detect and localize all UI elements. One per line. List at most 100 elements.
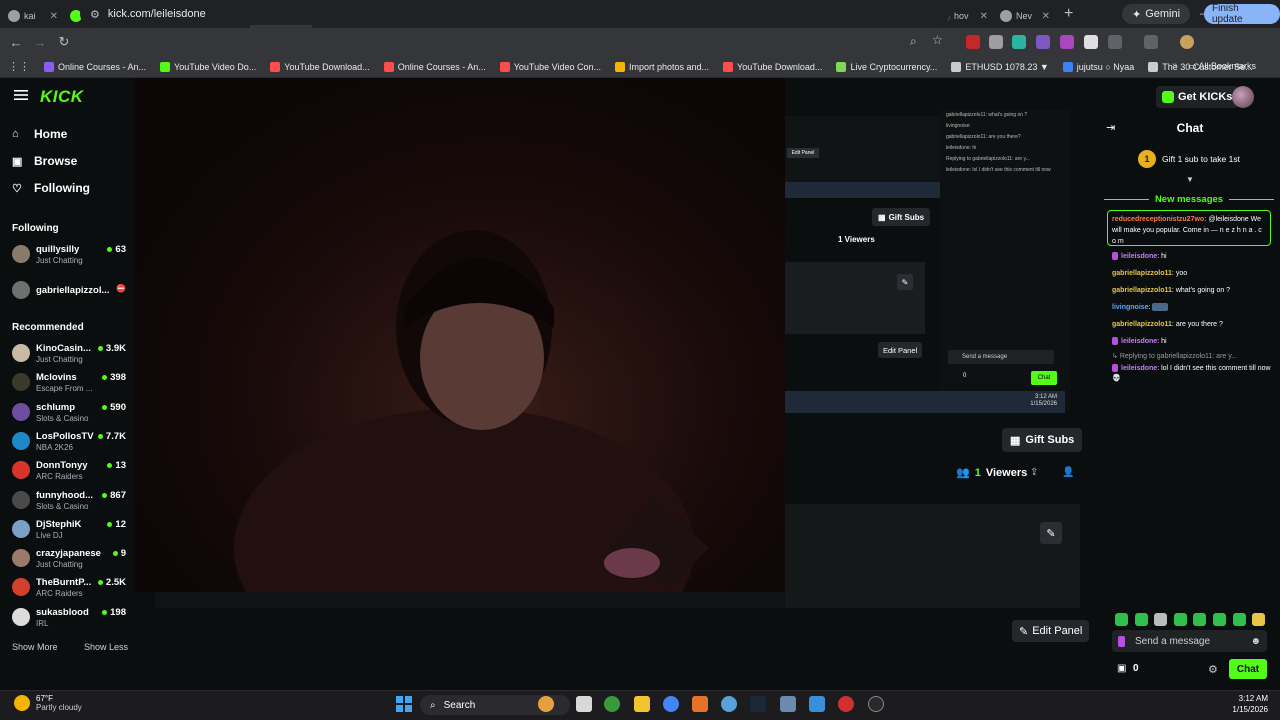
emote-icon[interactable] — [1173, 613, 1187, 626]
sidebar-channel[interactable]: quillysilly Just Chatting 63 — [12, 242, 128, 268]
extension-icon[interactable] — [966, 35, 980, 49]
sidepanel-icon[interactable] — [1144, 35, 1158, 49]
more-bookmarks-chevron-icon[interactable]: » — [1172, 60, 1178, 71]
bookmark-item[interactable]: Import photos and... — [614, 61, 709, 72]
emote-icon[interactable] — [1213, 613, 1226, 626]
hamburger-menu-icon[interactable] — [14, 88, 28, 102]
address-bar[interactable]: ⚙ kick.com/leileisdone — [80, 3, 950, 25]
bookmark-item[interactable]: YouTube Video Con... — [499, 61, 601, 72]
chat-send-button[interactable]: Chat — [1229, 659, 1267, 679]
bookmark-item[interactable]: YouTube Download... — [723, 61, 822, 72]
site-info-icon[interactable]: ⚙ — [90, 8, 100, 21]
sidebar-channel[interactable]: schlump Slots & Casino 590 — [12, 400, 128, 426]
extensions-puzzle-icon[interactable] — [1108, 35, 1122, 49]
bookmark-item[interactable]: YouTube Video Do... — [160, 61, 256, 72]
profile-icon[interactable] — [1180, 35, 1194, 49]
app-icon[interactable] — [809, 696, 825, 712]
gift-leaderboard-banner[interactable]: 1 Gift 1 sub to take 1st — [1138, 150, 1240, 168]
show-more-button[interactable]: Show More — [12, 642, 58, 652]
gemini-button[interactable]: ✦ Gemini — [1122, 4, 1191, 24]
browser-tab[interactable]: kai ✕ — [2, 4, 64, 28]
user-avatar[interactable] — [1232, 86, 1254, 108]
emote-icon[interactable] — [1134, 613, 1148, 626]
chat-username[interactable]: gabriellapizzolo11 — [1112, 270, 1172, 277]
bookmark-item[interactable]: YouTube Download... — [270, 61, 370, 72]
show-less-button[interactable]: Show Less — [84, 642, 128, 652]
app-icon[interactable] — [604, 696, 620, 712]
bookmark-item[interactable]: Online Courses - An... — [44, 61, 146, 72]
bookmark-item[interactable]: Live Cryptocurrency... — [836, 61, 937, 72]
emote-icon[interactable] — [1193, 613, 1207, 626]
kick-logo[interactable]: KICK — [40, 87, 84, 107]
sidebar-channel[interactable]: gabriellapizzol... ⛔ — [12, 278, 128, 304]
chat-username[interactable]: gabriellapizzolo11 — [1112, 287, 1172, 294]
close-tab-icon[interactable]: ✕ — [50, 11, 58, 22]
widget-icon[interactable] — [538, 696, 554, 712]
emote-icon[interactable] — [1115, 613, 1128, 626]
edit-panel-button[interactable]: ✎ Edit Panel — [1012, 620, 1090, 642]
chat-input[interactable]: Send a message ☻ — [1112, 630, 1267, 652]
bookmark-item[interactable]: Online Courses - An... — [383, 61, 486, 72]
sidebar-channel[interactable]: sukasblood IRL 198 — [12, 605, 128, 631]
chat-settings-icon[interactable]: ⚙ — [1208, 663, 1218, 676]
sidebar-channel[interactable]: LosPollosTV NBA 2K26 7.7K — [12, 429, 128, 455]
collapse-chat-icon[interactable]: ⇥ — [1106, 121, 1115, 134]
get-kicks-button[interactable]: Get KICKs — [1156, 86, 1239, 108]
chat-username[interactable]: livingnoise — [1112, 304, 1149, 311]
emote-icon[interactable] — [1154, 613, 1168, 626]
chrome-icon[interactable] — [663, 696, 679, 712]
bookmark-item[interactable]: ETHUSD 1078.23 ▼ — [951, 61, 1049, 72]
chevron-down-icon[interactable]: ▼ — [1186, 175, 1194, 184]
sidebar-channel[interactable]: Mclovins Escape From ... 398 — [12, 370, 128, 396]
edit-pencil-icon[interactable]: ✎ — [1040, 522, 1062, 544]
sidebar-channel[interactable]: KinoCasin... Just Chatting 3.9K — [12, 341, 128, 367]
bookmark-item[interactable]: jujutsu ○ Nyaa — [1062, 61, 1134, 72]
sidebar-channel[interactable]: crazyjapanese Just Chatting 9 — [12, 546, 128, 572]
all-bookmarks[interactable]: ▭ All Bookmarks — [1188, 61, 1256, 72]
apps-grid-icon[interactable]: ⋮⋮ — [8, 60, 30, 73]
close-tab-icon[interactable]: ✕ — [1042, 11, 1050, 22]
close-tab-icon[interactable]: ✕ — [980, 11, 988, 22]
reload-icon[interactable]: ↻ — [52, 34, 76, 50]
sidebar-channel[interactable]: DonnTonyy ARC Raiders 13 — [12, 458, 128, 484]
video-player[interactable] — [134, 78, 785, 592]
task-view-icon[interactable] — [576, 696, 592, 712]
app-icon[interactable] — [838, 696, 854, 712]
emote-icon[interactable] — [1232, 613, 1246, 626]
chat-username[interactable]: leileisdone — [1121, 253, 1157, 260]
sidebar-channel[interactable]: DjStephiK Live DJ 12 — [12, 517, 128, 543]
back-icon[interactable]: ← — [4, 35, 28, 50]
emoji-picker-icon[interactable]: ☻ — [1250, 636, 1261, 647]
extension-icon[interactable] — [1012, 35, 1026, 49]
nav-following[interactable]: ♡ Following — [12, 181, 90, 195]
share-icon[interactable]: ⇪ — [1030, 467, 1038, 478]
chat-username[interactable]: gabriellapizzolo11 — [1112, 321, 1172, 328]
sidebar-channel[interactable]: funnyhood... Slots & Casino 867 — [12, 488, 128, 514]
blender-icon[interactable] — [692, 696, 708, 712]
settings-app-icon[interactable] — [780, 696, 796, 712]
extension-icon[interactable] — [1060, 35, 1074, 49]
new-tab-button[interactable]: + — [1064, 5, 1073, 23]
nav-home[interactable]: ⌂ Home — [12, 127, 67, 141]
steam-icon[interactable] — [750, 696, 766, 712]
user-settings-icon[interactable]: 👤 — [1062, 467, 1074, 478]
taskbar-clock[interactable]: 3:12 AM 1/15/2026 — [1222, 693, 1268, 715]
extension-icon[interactable] — [989, 35, 1003, 49]
nav-browse[interactable]: ▣ Browse — [12, 154, 77, 168]
gift-subs-button[interactable]: ▦ Gift Subs — [1002, 428, 1083, 452]
finish-update-button[interactable]: Finish update — [1204, 3, 1280, 25]
chat-username[interactable]: leileisdone — [1121, 365, 1157, 372]
media-player-icon[interactable] — [868, 696, 884, 712]
sidebar-channel[interactable]: TheBurntP... ARC Raiders 2.5K — [12, 575, 128, 601]
emote-icon[interactable] — [1252, 613, 1266, 626]
start-button[interactable] — [396, 696, 412, 712]
app-icon[interactable] — [721, 696, 737, 712]
chat-username[interactable]: leileisdone — [1121, 338, 1157, 345]
extension-icon[interactable] — [1036, 35, 1050, 49]
browser-tab[interactable]: Nev ✕ — [994, 4, 1056, 28]
extension-icon[interactable] — [1084, 35, 1098, 49]
forward-icon[interactable]: → — [28, 35, 52, 50]
chat-username[interactable]: reducedreceptionistzu27wo: — [1112, 216, 1207, 223]
zoom-icon[interactable]: ⌕ — [910, 34, 917, 49]
bookmark-star-icon[interactable]: ☆ — [932, 33, 943, 47]
